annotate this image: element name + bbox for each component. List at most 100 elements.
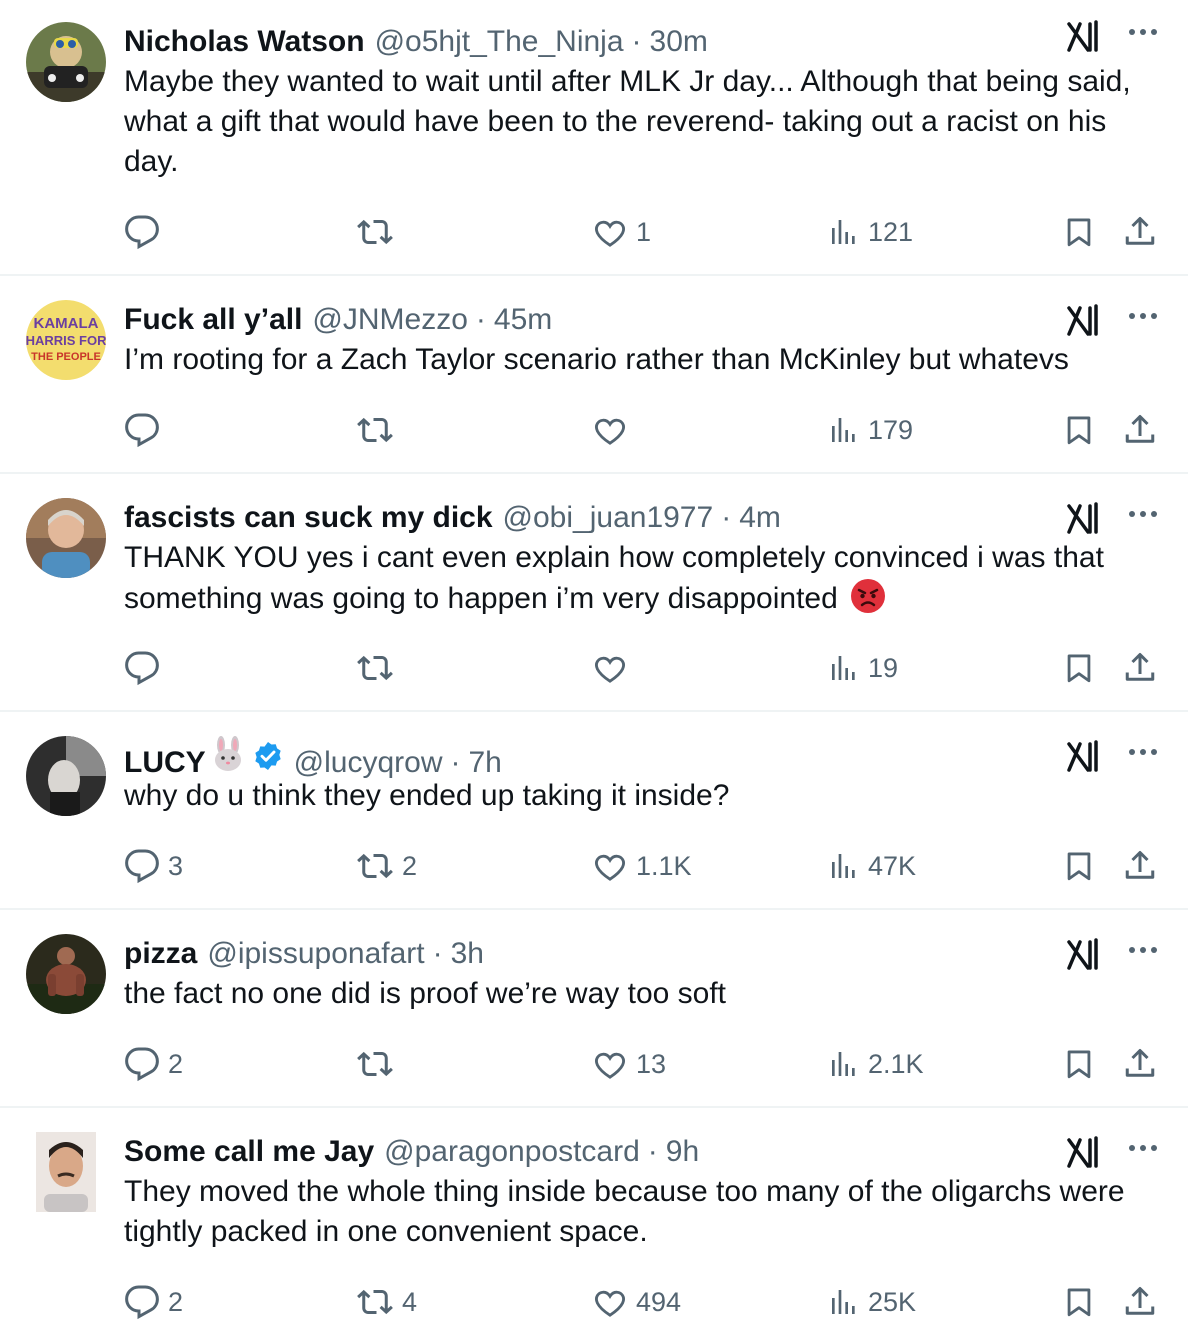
user-handle[interactable]: @JNMezzo — [312, 300, 467, 340]
reply-count: 3 — [168, 850, 184, 881]
campaign-logo-avatar: KAMALA HARRIS FOR THE PEOPLE — [26, 300, 106, 380]
views-button[interactable]: 47K — [828, 846, 916, 886]
views-button[interactable]: 179 — [828, 410, 913, 450]
reply-button[interactable] — [124, 648, 168, 688]
repost-button[interactable]: 4 — [356, 1282, 417, 1322]
like-button[interactable]: 13 — [592, 1044, 666, 1084]
grok-icon[interactable] — [1066, 502, 1100, 534]
tweet-text: They moved the whole thing inside becaus… — [124, 1175, 1133, 1248]
bookmark-button[interactable] — [1062, 648, 1096, 688]
tweet[interactable]: LUCY @lucyqrow · 7h why do u think they … — [0, 712, 1188, 910]
display-name[interactable]: Nicholas Watson — [124, 22, 365, 62]
user-handle[interactable]: @ipissuponafart — [207, 934, 424, 974]
like-button[interactable] — [592, 410, 636, 450]
bookmark-icon — [1067, 654, 1091, 683]
display-name[interactable]: Some call me Jay — [124, 1132, 374, 1172]
tweet-header: LUCY @lucyqrow · 7h — [124, 736, 1154, 779]
tweet[interactable]: Some call me Jay @paragonpostcard · 9h T… — [0, 1108, 1188, 1334]
share-button[interactable] — [1122, 1044, 1158, 1084]
action-bar: 1 121 — [0, 212, 1188, 252]
share-button[interactable] — [1122, 212, 1158, 252]
timestamp[interactable]: 45m — [494, 300, 552, 340]
more-options-icon[interactable] — [1128, 312, 1158, 320]
separator: · — [475, 303, 486, 336]
avatar[interactable]: KAMALA HARRIS FOR THE PEOPLE — [26, 300, 106, 380]
like-button[interactable] — [592, 648, 636, 688]
grok-icon[interactable] — [1066, 304, 1100, 336]
share-button[interactable] — [1122, 648, 1158, 688]
tweet[interactable]: fascists can suck my dick @obi_juan1977 … — [0, 474, 1188, 712]
reply-feed: Nicholas Watson @o5hjt_The_Ninja · 30m M… — [0, 0, 1188, 1334]
tweet[interactable]: pizza @ipissuponafart · 3h the fact no o… — [0, 910, 1188, 1108]
view-count: 2.1K — [868, 1048, 924, 1079]
views-button[interactable]: 121 — [828, 212, 913, 252]
views-button[interactable]: 19 — [828, 648, 898, 688]
avatar[interactable] — [26, 22, 106, 102]
repost-icon — [357, 1051, 393, 1077]
grok-icon[interactable] — [1066, 938, 1100, 970]
reply-button[interactable]: 3 — [124, 846, 183, 886]
grok-icon[interactable] — [1066, 1136, 1100, 1168]
share-button[interactable] — [1122, 846, 1158, 886]
tweet-header: Some call me Jay @paragonpostcard · 9h — [124, 1132, 1154, 1172]
repost-icon — [357, 853, 393, 879]
avatar[interactable] — [26, 736, 106, 816]
bookmark-button[interactable] — [1062, 846, 1096, 886]
share-icon — [1125, 217, 1155, 245]
share-button[interactable] — [1122, 410, 1158, 450]
avatar[interactable] — [26, 498, 106, 578]
avatar[interactable] — [36, 1132, 96, 1212]
more-options-icon[interactable] — [1128, 510, 1158, 518]
more-options-icon[interactable] — [1128, 1144, 1158, 1152]
user-handle[interactable]: @obi_juan1977 — [503, 498, 714, 538]
tweet-text: the fact no one did is proof we’re way t… — [124, 977, 727, 1010]
repost-count: 2 — [402, 850, 418, 881]
tweet[interactable]: KAMALA HARRIS FOR THE PEOPLE Fuck all y’… — [0, 276, 1188, 474]
repost-button[interactable] — [356, 648, 402, 688]
ninja-avatar-icon — [26, 22, 106, 102]
tweet-header: pizza @ipissuponafart · 3h — [124, 934, 1154, 974]
bookmark-button[interactable] — [1062, 212, 1096, 252]
timestamp[interactable]: 30m — [650, 22, 708, 62]
display-name[interactable]: pizza — [124, 934, 197, 974]
svg-text:THE PEOPLE: THE PEOPLE — [31, 351, 101, 363]
views-button[interactable]: 2.1K — [828, 1044, 924, 1084]
repost-button[interactable] — [356, 212, 402, 252]
user-handle[interactable]: @paragonpostcard — [384, 1132, 640, 1172]
display-name[interactable]: fascists can suck my dick — [124, 498, 493, 538]
like-button[interactable]: 1 — [592, 212, 651, 252]
repost-button[interactable] — [356, 1044, 402, 1084]
bookmark-button[interactable] — [1062, 1282, 1096, 1322]
repost-button[interactable] — [356, 410, 402, 450]
tweet-text: THANK YOU yes i cant even explain how co… — [124, 538, 1154, 619]
repost-count: 4 — [402, 1286, 418, 1317]
share-button[interactable] — [1122, 1282, 1158, 1322]
avatar[interactable] — [26, 934, 106, 1014]
views-button[interactable]: 25K — [828, 1282, 916, 1322]
reply-button[interactable] — [124, 212, 168, 252]
bookmark-button[interactable] — [1062, 1044, 1096, 1084]
grok-icon[interactable] — [1066, 740, 1100, 772]
like-button[interactable]: 1.1K — [592, 846, 692, 886]
user-handle[interactable]: @o5hjt_The_Ninja — [375, 22, 624, 62]
timestamp[interactable]: 3h — [451, 934, 484, 974]
timestamp[interactable]: 4m — [739, 498, 781, 538]
bookmark-button[interactable] — [1062, 410, 1096, 450]
tweet[interactable]: Nicholas Watson @o5hjt_The_Ninja · 30m M… — [0, 0, 1188, 276]
grok-icon[interactable] — [1066, 20, 1100, 52]
share-icon — [1125, 653, 1155, 681]
more-options-icon[interactable] — [1128, 748, 1158, 756]
timestamp[interactable]: 9h — [666, 1132, 699, 1172]
more-options-icon[interactable] — [1128, 946, 1158, 954]
repost-button[interactable]: 2 — [356, 846, 417, 886]
reply-button[interactable]: 2 — [124, 1282, 183, 1322]
heart-icon — [595, 1052, 625, 1079]
reply-button[interactable]: 2 — [124, 1044, 183, 1084]
repost-icon — [357, 655, 393, 681]
display-name[interactable]: Fuck all y’all — [124, 300, 302, 340]
reply-button[interactable] — [124, 410, 168, 450]
more-options-icon[interactable] — [1128, 28, 1158, 36]
verified-badge-icon[interactable] — [252, 740, 284, 772]
share-icon — [1125, 415, 1155, 443]
like-button[interactable]: 494 — [592, 1282, 681, 1322]
